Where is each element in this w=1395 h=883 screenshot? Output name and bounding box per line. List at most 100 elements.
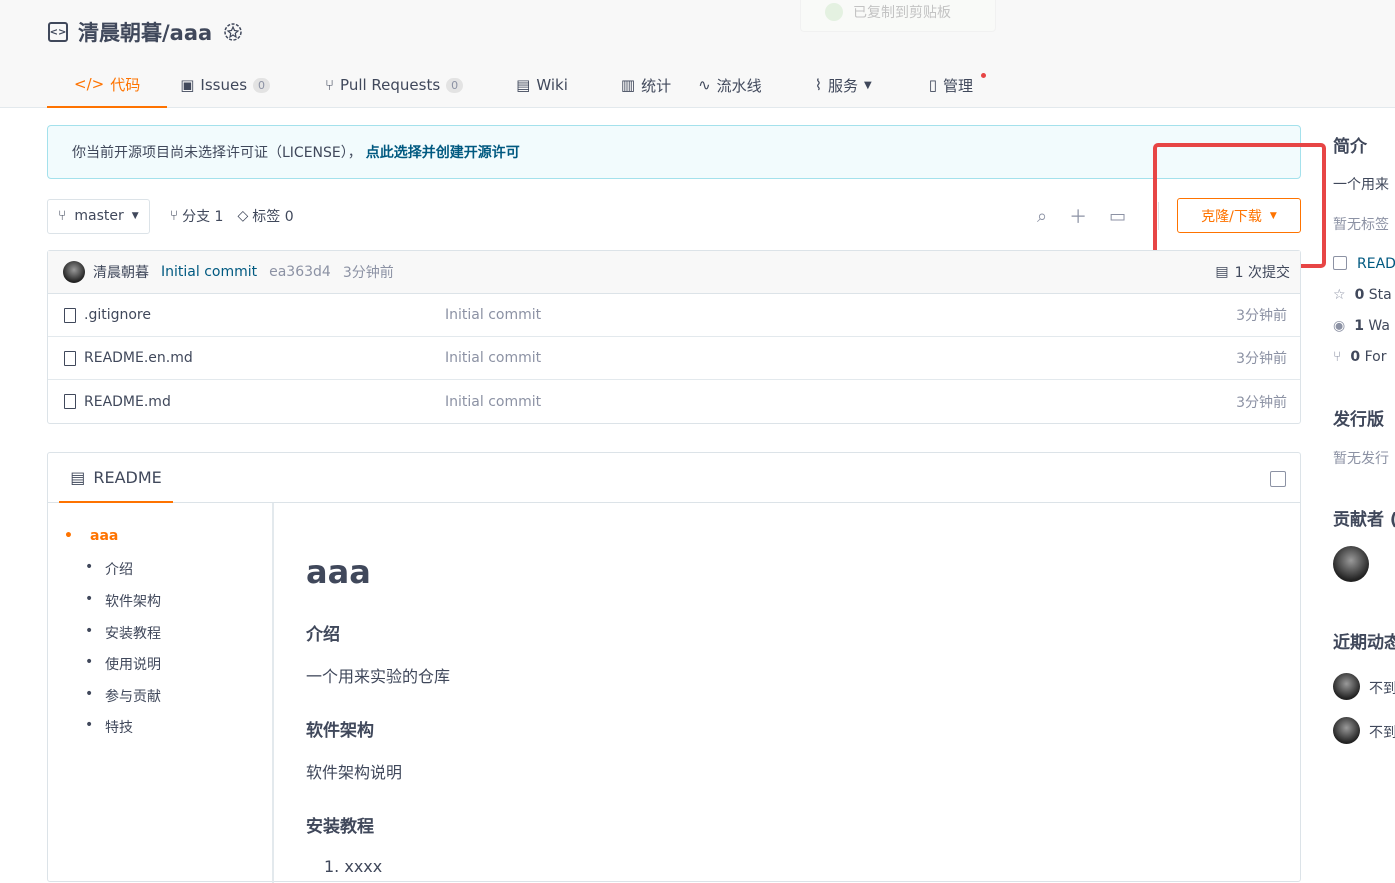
star-icon: ☆ [1333, 287, 1346, 303]
readme-tab-label: README [93, 467, 162, 487]
tab-label: Pull Requests [340, 76, 441, 94]
repo-name[interactable]: 清晨朝暮/aaa [78, 17, 212, 47]
readme-link[interactable]: READ [1333, 256, 1395, 272]
watches-label: Wa [1368, 318, 1390, 334]
stars-label: Sta [1368, 287, 1392, 303]
tab-pull-requests[interactable]: ⑂ Pull Requests 0 [297, 62, 490, 108]
intro-heading: 简介 [1333, 137, 1367, 157]
tab-label: 代码 [110, 75, 141, 94]
tag-icon: ◇ [237, 208, 249, 224]
readme-link-label: READ [1357, 256, 1395, 272]
watches-count: 1 [1354, 318, 1364, 334]
tab-services[interactable]: ⌇ 服务 ▼ [789, 62, 899, 108]
latest-commit-row: 清晨朝暮 Initial commit ea363d4 3分钟前 ▤ 1 次提交 [48, 251, 1300, 294]
avatar[interactable] [63, 261, 85, 283]
section-heading: 安装教程 [306, 817, 374, 837]
pulse-icon: ⌇ [814, 76, 823, 94]
file-icon [64, 394, 76, 409]
file-commit-message[interactable]: Initial commit [445, 307, 541, 323]
pr-count-badge: 0 [446, 77, 464, 93]
file-row[interactable]: .gitignore Initial commit 3分钟前 [48, 294, 1300, 337]
file-name[interactable]: README.en.md [84, 350, 193, 366]
readme-panel: ▤ README aaa 介绍 软件架构 安装教程 使用说明 参与贡献 特技 a… [47, 452, 1301, 883]
toc-item-root[interactable]: aaa [64, 528, 118, 544]
bar-chart-icon: ▥ [620, 76, 636, 94]
commit-message[interactable]: Initial commit [161, 264, 257, 280]
branch-toolbar: ⑂ master ▼ ⑂ 分支 1 ◇ 标签 0 ⌕ ＋ ▭ 克隆/下载 ▼ [47, 198, 1301, 234]
monitor-icon[interactable]: ▭ [1109, 206, 1126, 227]
toc-item[interactable]: 安装教程 [85, 623, 161, 643]
no-tags-text: 暂无标签 [1333, 217, 1389, 233]
watches-link[interactable]: ◉ 1 Wa [1333, 318, 1390, 334]
file-row[interactable]: README.en.md Initial commit 3分钟前 [48, 337, 1300, 380]
activity-text: 不到 [1369, 725, 1395, 741]
document-icon [1333, 256, 1347, 270]
chevron-down-icon: ▼ [864, 79, 872, 91]
plus-icon[interactable]: ＋ [1069, 203, 1087, 229]
tags-link[interactable]: ◇ 标签 0 [237, 206, 293, 226]
toc-item[interactable]: 特技 [85, 717, 133, 737]
toc-item[interactable]: 介绍 [85, 559, 133, 579]
stars-link[interactable]: ☆ 0 Sta [1333, 287, 1392, 303]
repo-tabs: </> 代码 ▣ Issues 0 ⑂ Pull Requests 0 ▤ Wi… [47, 62, 1000, 108]
file-tools: ⌕ ＋ ▭ [1037, 198, 1126, 234]
edit-icon[interactable] [1270, 471, 1286, 487]
recommend-badge-icon[interactable] [222, 21, 244, 43]
file-row[interactable]: README.md Initial commit 3分钟前 [48, 380, 1300, 423]
notification-dot [981, 73, 987, 78]
forks-link[interactable]: ⑂ 0 For [1333, 349, 1386, 365]
commits-count-link[interactable]: ▤ 1 次提交 [1215, 262, 1290, 282]
branch-name: master [74, 208, 124, 224]
tab-label: Issues [200, 76, 248, 94]
activity-text: 不到 [1369, 681, 1395, 697]
readme-title: aaa [306, 553, 371, 591]
tab-stats[interactable]: ▥ 统计 [595, 62, 698, 108]
toc-item[interactable]: 软件架构 [85, 591, 161, 611]
tab-wiki[interactable]: ▤ Wiki [490, 62, 595, 108]
tab-manage[interactable]: ▯ 管理 [899, 62, 1000, 108]
file-time: 3分钟前 [1236, 308, 1287, 324]
eye-icon: ◉ [1333, 318, 1346, 334]
tab-label: 管理 [943, 76, 974, 95]
file-list: 清晨朝暮 Initial commit ea363d4 3分钟前 ▤ 1 次提交… [47, 250, 1301, 424]
search-icon[interactable]: ⌕ [1037, 206, 1047, 227]
tab-readme[interactable]: ▤ README [59, 453, 173, 503]
file-name[interactable]: README.md [84, 394, 171, 410]
tab-pipeline[interactable]: ∿ 流水线 [698, 62, 789, 108]
avatar[interactable] [1333, 673, 1360, 700]
toast-text: 已复制到剪贴板 [853, 5, 951, 21]
repo-header: <> 清晨朝暮/aaa 已复制到剪贴板 </> 代码 ▣ Issues 0 ⑂ … [0, 0, 1395, 108]
settings-doc-icon: ▯ [928, 76, 937, 94]
file-commit-message[interactable]: Initial commit [445, 394, 541, 410]
branch-icon: ⑂ [169, 208, 179, 224]
file-name[interactable]: .gitignore [84, 307, 151, 323]
branch-select[interactable]: ⑂ master ▼ [47, 198, 150, 234]
commit-sha[interactable]: ea363d4 [269, 264, 331, 280]
avatar[interactable] [1333, 546, 1369, 582]
copy-toast: 已复制到剪贴板 [800, 0, 996, 32]
file-time: 3分钟前 [1236, 351, 1287, 367]
section-text: 软件架构说明 [306, 763, 403, 782]
issues-count-badge: 0 [253, 77, 271, 93]
license-notice: 你当前开源项目尚未选择许可证（LICENSE）， 点此选择并创建开源许可 [47, 125, 1301, 179]
tags-count: 标签 0 [252, 209, 294, 225]
chevron-down-icon: ▼ [131, 211, 139, 221]
file-commit-message[interactable]: Initial commit [445, 350, 541, 366]
commit-author[interactable]: 清晨朝暮 [93, 262, 149, 282]
tab-label: Wiki [536, 76, 568, 94]
pipeline-icon: ∿ [698, 76, 711, 94]
tab-issues[interactable]: ▣ Issues 0 [167, 62, 297, 108]
activity-heading: 近期动态 [1333, 633, 1395, 653]
tab-label: 流水线 [716, 76, 762, 95]
issues-icon: ▣ [180, 76, 195, 94]
file-icon [64, 350, 76, 366]
create-license-link[interactable]: 点此选择并创建开源许可 [366, 142, 520, 162]
document-icon: ▤ [70, 467, 86, 487]
forks-count: 0 [1350, 349, 1361, 365]
tab-code[interactable]: </> 代码 [47, 62, 168, 108]
toc-item[interactable]: 使用说明 [85, 654, 161, 674]
stars-count: 0 [1354, 287, 1365, 303]
avatar[interactable] [1333, 717, 1360, 744]
toc-item[interactable]: 参与贡献 [85, 686, 161, 706]
branches-link[interactable]: ⑂ 分支 1 [170, 206, 224, 226]
